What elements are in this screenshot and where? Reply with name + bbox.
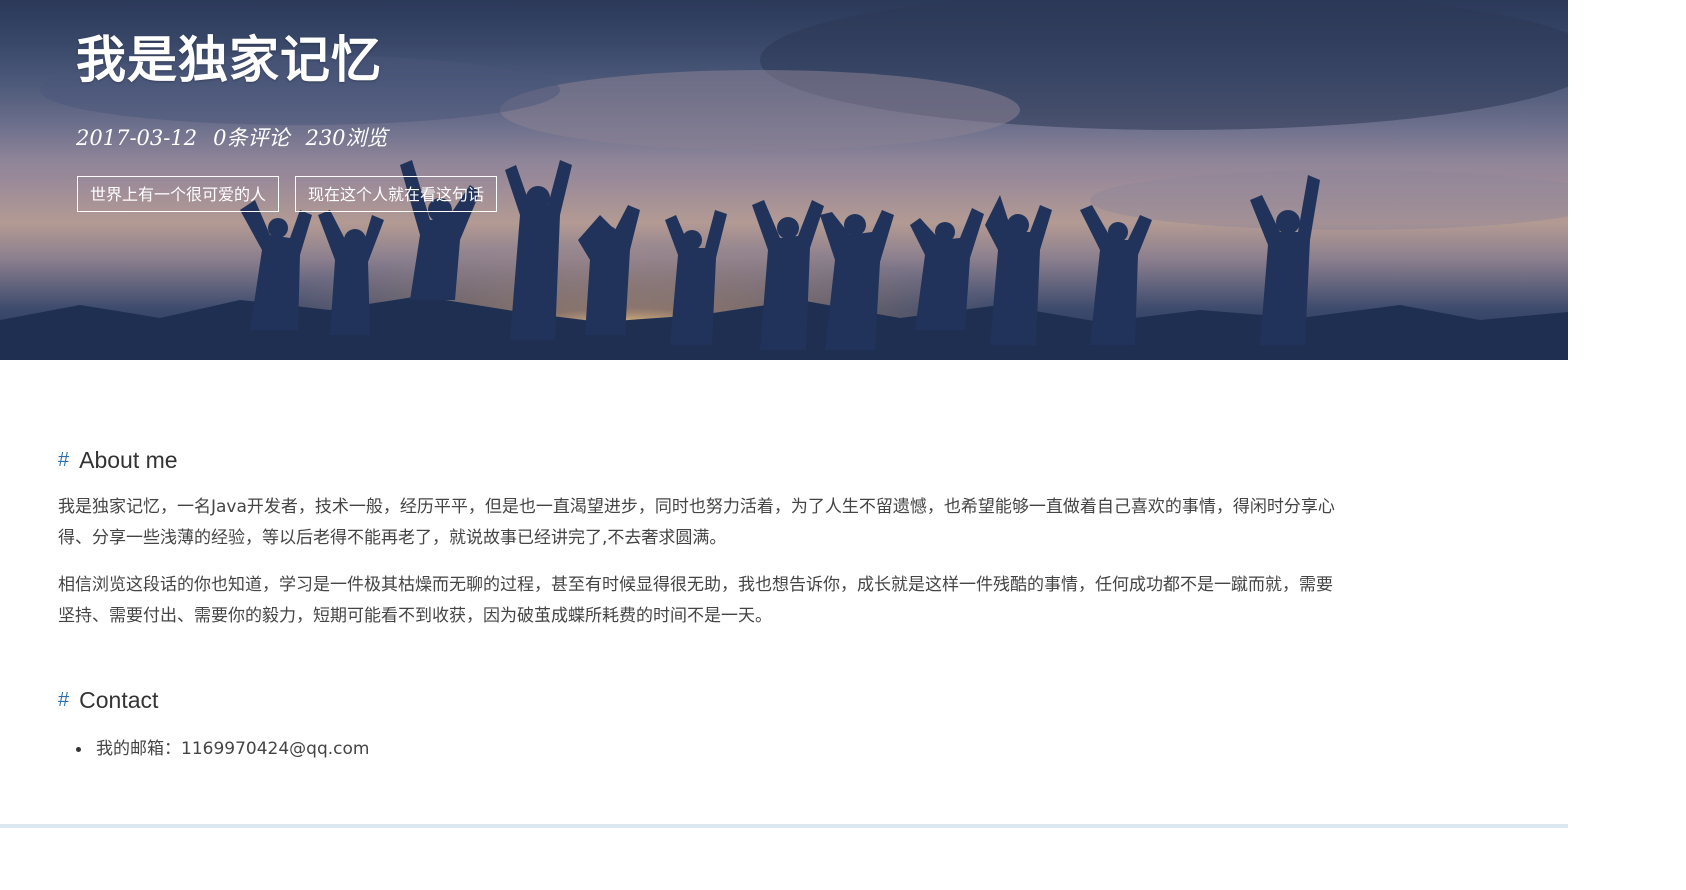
tag-button[interactable]: 世界上有一个很可爱的人 (77, 176, 280, 212)
main-content: # About me 我是独家记忆，一名Java开发者，技术一般，经历平平，但是… (58, 438, 1348, 764)
page-title: 我是独家记忆 (76, 31, 382, 89)
contact-heading-text: Contact (79, 687, 159, 713)
post-meta: 2017-03-12 0条评论 230浏览 (76, 122, 388, 154)
hash-icon: # (58, 449, 70, 471)
about-heading-text: About me (79, 447, 178, 473)
contact-list: 我的邮箱：1169970424@qq.com (58, 734, 1348, 764)
tag-list: 世界上有一个很可爱的人 现在这个人就在看这句话 (77, 176, 498, 212)
post-date: 2017-03-12 (76, 126, 198, 150)
about-paragraph: 相信浏览这段话的你也知道，学习是一件极其枯燥而无聊的过程，甚至有时候显得很无助，… (58, 575, 1333, 626)
hero-banner: 我是独家记忆 2017-03-12 0条评论 230浏览 世界上有一个很可爱的人… (0, 0, 1568, 360)
about-paragraph: 我是独家记忆，一名Java开发者，技术一般，经历平平，但是也一直渴望进步，同时也… (58, 497, 1335, 548)
page: 我是独家记忆 2017-03-12 0条评论 230浏览 世界上有一个很可爱的人… (0, 0, 1568, 828)
tag-button[interactable]: 现在这个人就在看这句话 (295, 176, 498, 212)
view-count: 230浏览 (305, 126, 388, 150)
page-bottom-edge (0, 824, 1568, 828)
comment-count[interactable]: 0条评论 (213, 122, 289, 154)
contact-heading: # Contact (58, 678, 1348, 722)
hash-icon: # (58, 689, 70, 711)
about-heading: # About me (58, 438, 1348, 482)
contact-email: 我的邮箱：1169970424@qq.com (76, 734, 1348, 764)
